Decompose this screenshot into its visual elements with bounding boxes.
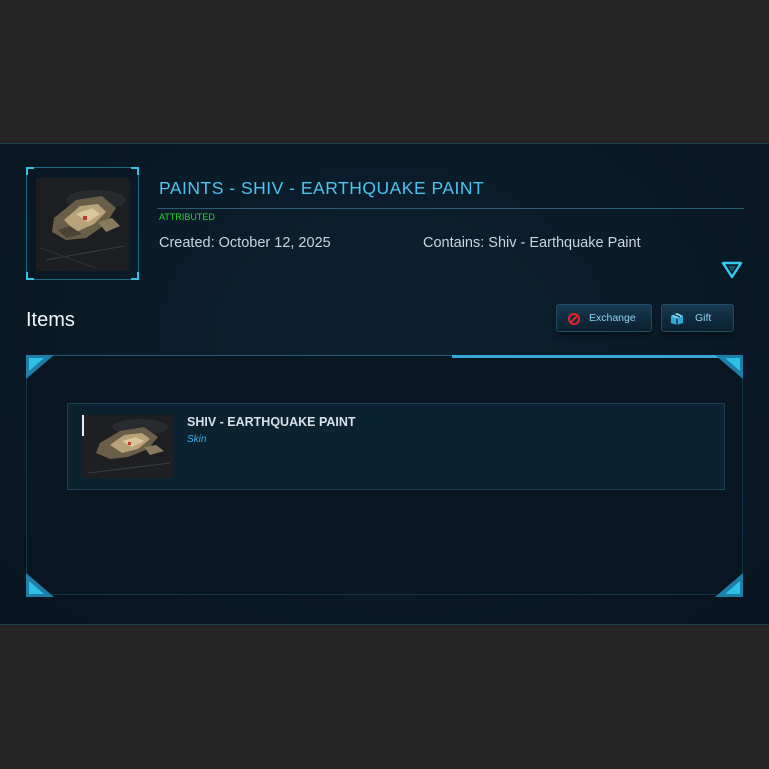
corner-ornament-icon [26,573,54,597]
item-thumbnail-marker [82,415,84,436]
contains-text: Contains: Shiv - Earthquake Paint [423,235,641,251]
chevron-down-triangle-icon [721,261,743,279]
frame-corner [131,167,139,175]
corner-ornament-icon [715,355,743,379]
exchange-no-icon [568,313,580,325]
gift-button-label: Gift [695,312,712,324]
pledge-thumbnail-image[interactable] [36,178,130,271]
items-heading: Items [26,309,75,331]
ship-image [36,178,130,271]
status-badge: ATTRIBUTED [159,212,215,222]
pledge-thumbnail-frame [26,167,139,280]
item-name: SHIV - EARTHQUAKE PAINT [187,415,356,429]
items-panel-accent-bar [452,355,743,358]
title-divider [157,208,744,209]
frame-corner [131,272,139,280]
gift-box-icon [671,313,683,325]
frame-corner [26,167,34,175]
ship-image [82,415,173,478]
exchange-button-label: Exchange [589,312,636,324]
expand-button[interactable] [721,260,743,280]
pledge-title: PAINTS - SHIV - EARTHQUAKE PAINT [159,178,485,198]
frame-corner [26,272,34,280]
exchange-button[interactable]: Exchange [556,304,652,332]
item-type: Skin [187,434,207,445]
gift-button[interactable]: Gift [661,304,734,332]
created-date: Created: October 12, 2025 [159,235,331,251]
item-thumbnail-image[interactable] [82,415,173,478]
corner-ornament-icon [715,573,743,597]
corner-ornament-icon [26,355,54,379]
